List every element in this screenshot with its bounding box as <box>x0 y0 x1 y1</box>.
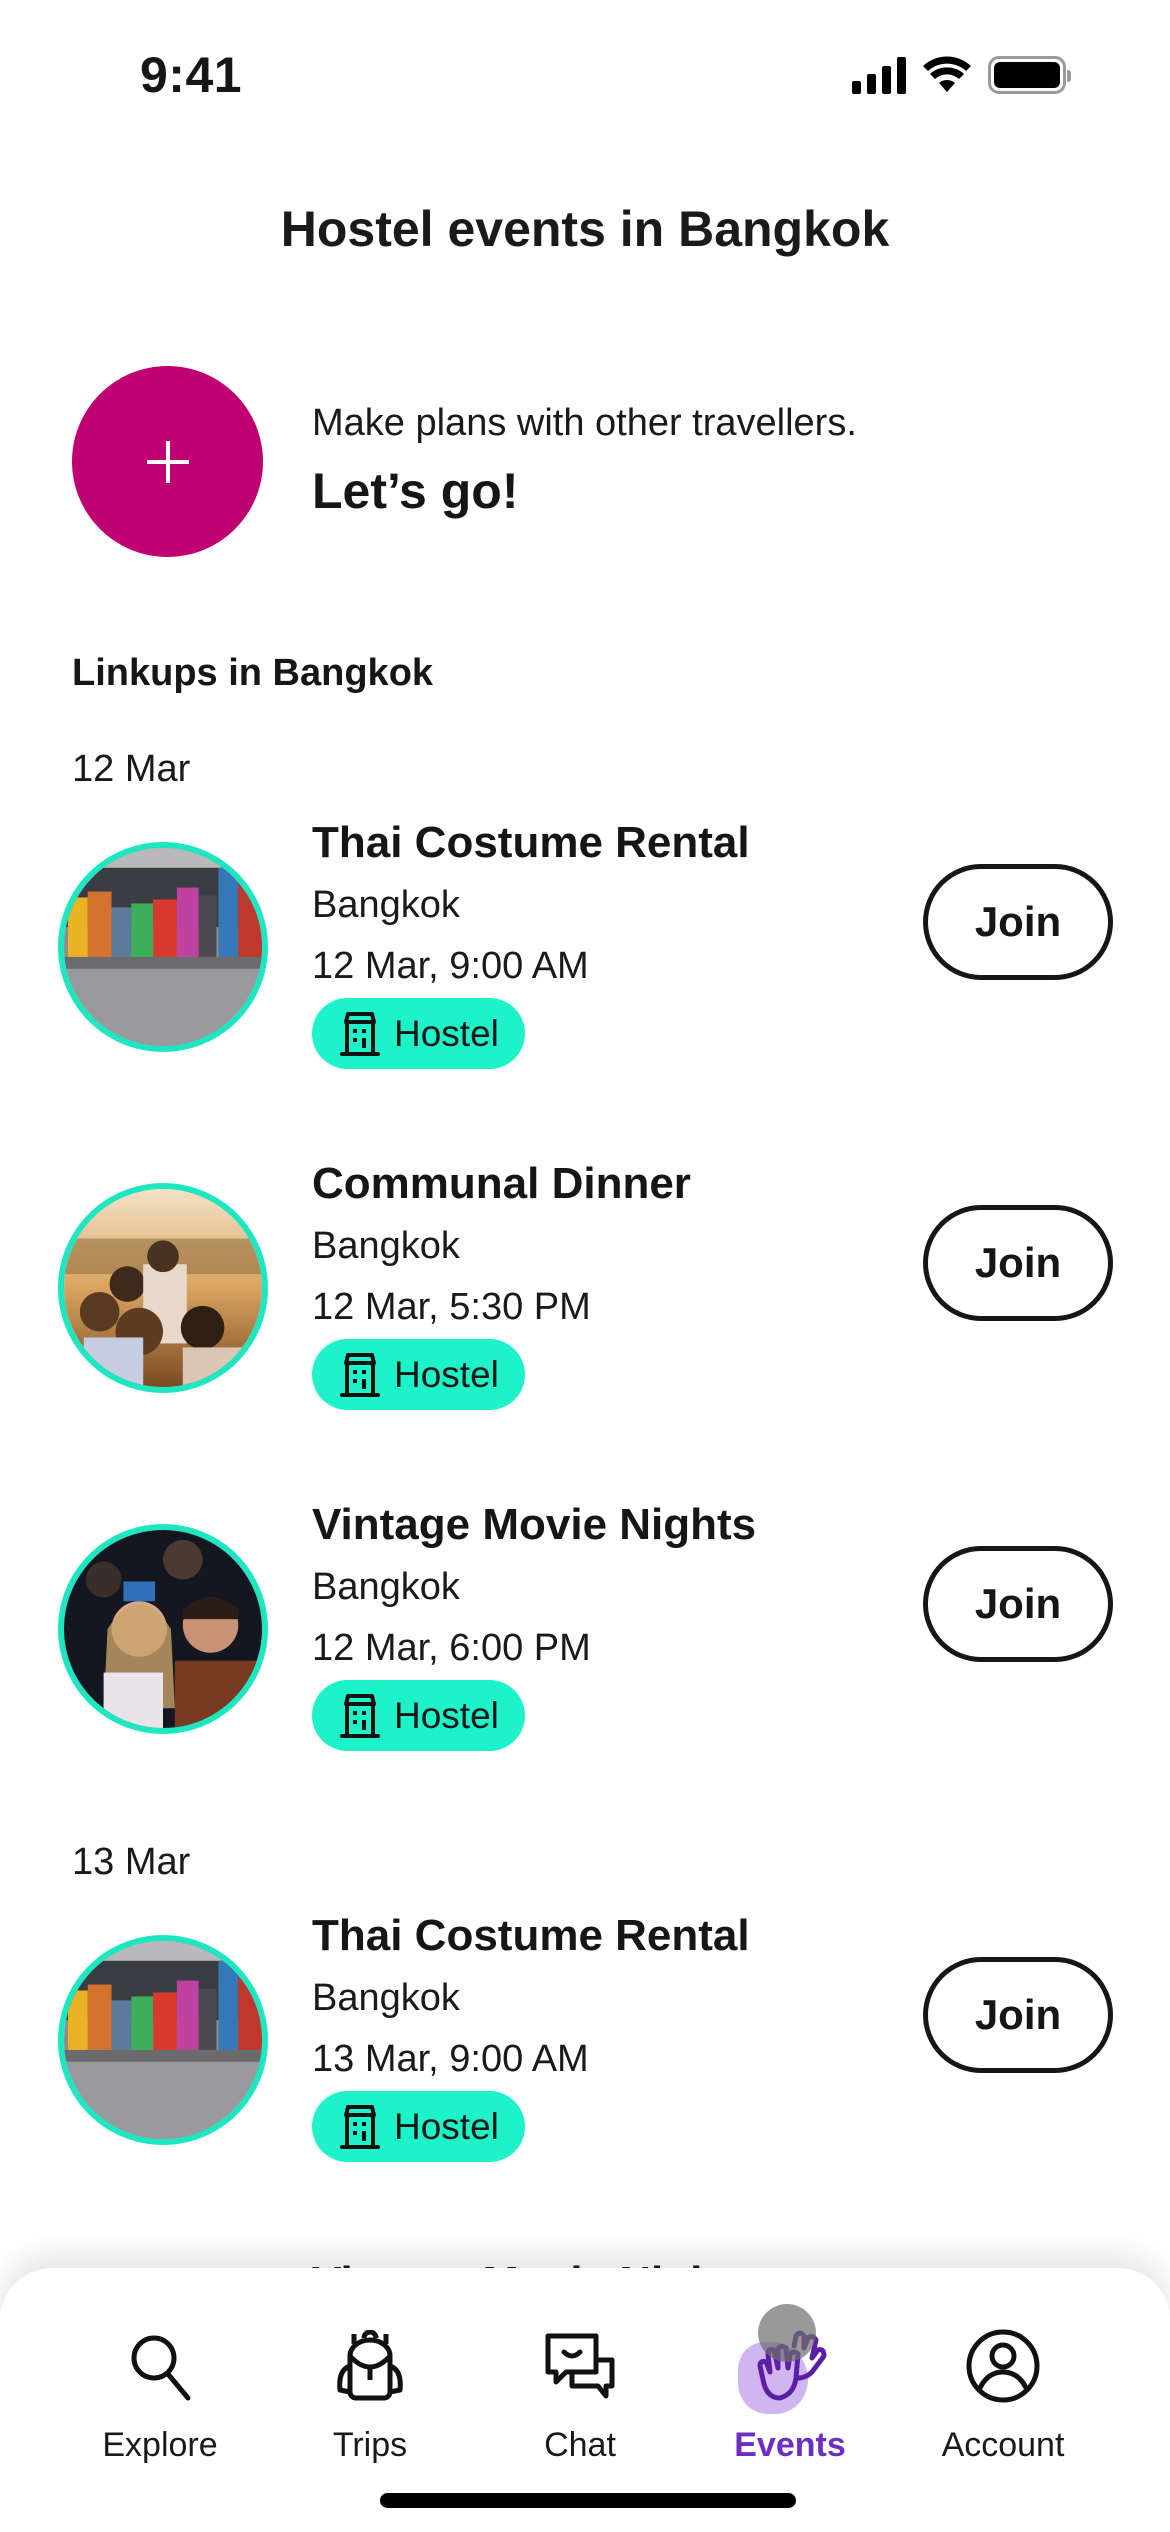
status-time: 9:41 <box>140 47 243 103</box>
tab-label: Trips <box>332 2426 408 2464</box>
event-row[interactable]: Vintage Movie Nights Bangkok 12 Mar, 6:0… <box>0 1500 1170 1800</box>
badge-label: Hostel <box>394 1012 499 1054</box>
event-datetime: 13 Mar, 9:00 AM <box>312 2038 589 2080</box>
tab-label: Chat <box>544 2426 616 2464</box>
date-header: 13 Mar <box>72 1841 191 1883</box>
create-linkup-button[interactable] <box>72 366 263 557</box>
event-datetime: 12 Mar, 6:00 PM <box>312 1627 591 1669</box>
signal-icon <box>852 56 906 94</box>
page-title: Hostel events in Bangkok <box>280 201 890 257</box>
event-photo <box>58 1524 268 1734</box>
join-button[interactable]: Join <box>923 1957 1113 2073</box>
event-datetime: 12 Mar, 5:30 PM <box>312 1286 591 1328</box>
user-circle-icon <box>961 2324 1045 2408</box>
event-photo <box>58 1935 268 2145</box>
tab-label: Account <box>941 2426 1065 2464</box>
hostel-badge: Hostel <box>312 1680 525 1751</box>
wifi-icon <box>923 56 971 92</box>
badge-label: Hostel <box>394 1353 499 1395</box>
create-cta[interactable]: Let’s go! <box>312 462 518 520</box>
hostel-badge: Hostel <box>312 1339 525 1410</box>
event-location: Bangkok <box>312 1566 460 1608</box>
hostel-badge: Hostel <box>312 998 525 1069</box>
event-title: Thai Costume Rental <box>312 818 750 867</box>
plus-icon <box>146 440 189 483</box>
event-location: Bangkok <box>312 1225 460 1267</box>
backpack-icon <box>328 2324 412 2408</box>
chat-bubbles-icon <box>538 2324 622 2408</box>
date-header: 12 Mar <box>72 748 191 790</box>
costume-street-photo <box>64 848 262 1046</box>
event-row[interactable]: Communal Dinner Bangkok 12 Mar, 5:30 PM … <box>0 1159 1170 1459</box>
event-photo <box>58 842 268 1052</box>
section-title: Linkups in Bangkok <box>72 652 434 694</box>
event-location: Bangkok <box>312 884 460 926</box>
create-subtitle: Make plans with other travellers. <box>312 402 857 444</box>
tab-trips[interactable]: Trips <box>270 2268 470 2468</box>
badge-label: Hostel <box>394 2105 499 2147</box>
costume-street-photo <box>64 1941 262 2139</box>
building-icon <box>340 1011 380 1056</box>
sunset-dinner-photo <box>64 1189 262 1387</box>
event-row[interactable]: Thai Costume Rental Bangkok 12 Mar, 9:00… <box>0 818 1170 1118</box>
building-icon <box>340 1693 380 1738</box>
join-button[interactable]: Join <box>923 1546 1113 1662</box>
tab-label: Events <box>734 2426 846 2464</box>
tab-label: Explore <box>102 2426 218 2464</box>
hostel-badge: Hostel <box>312 2091 525 2162</box>
event-row[interactable]: Thai Costume Rental Bangkok 13 Mar, 9:00… <box>0 1911 1170 2211</box>
join-button[interactable]: Join <box>923 864 1113 980</box>
battery-icon <box>988 56 1071 94</box>
building-icon <box>340 2104 380 2149</box>
event-location: Bangkok <box>312 1977 460 2019</box>
cinema-audience-photo <box>64 1530 262 1728</box>
waving-hands-icon <box>738 2304 832 2414</box>
search-icon <box>118 2324 202 2408</box>
join-button[interactable]: Join <box>923 1205 1113 1321</box>
touch-indicator <box>758 2304 816 2362</box>
tab-chat[interactable]: Chat <box>480 2268 680 2468</box>
event-title: Vintage Movie Nights <box>312 1500 757 1549</box>
event-photo <box>58 1183 268 1393</box>
tab-account[interactable]: Account <box>903 2268 1103 2468</box>
event-datetime: 12 Mar, 9:00 AM <box>312 945 589 987</box>
home-indicator[interactable] <box>380 2493 796 2508</box>
status-icons <box>852 56 1071 94</box>
building-icon <box>340 1352 380 1397</box>
tab-events[interactable]: Events <box>690 2268 890 2468</box>
event-title: Communal Dinner <box>312 1159 691 1208</box>
tab-explore[interactable]: Explore <box>60 2268 260 2468</box>
badge-label: Hostel <box>394 1694 499 1736</box>
event-title: Thai Costume Rental <box>312 1911 750 1960</box>
